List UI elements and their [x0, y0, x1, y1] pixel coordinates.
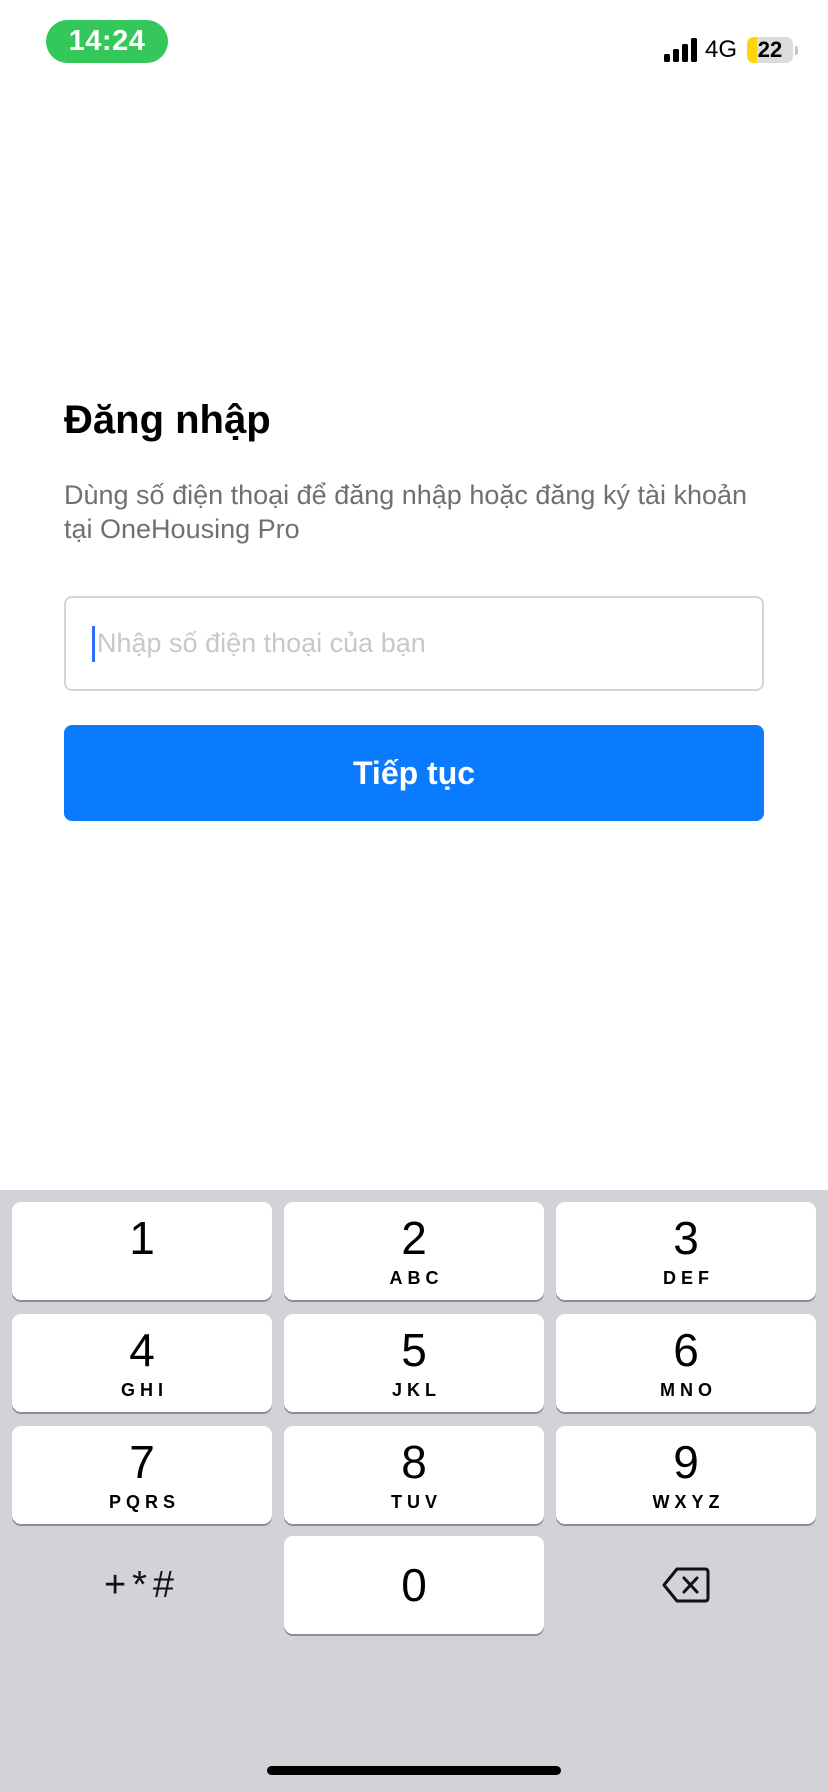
key-digit: 2 [401, 1212, 427, 1264]
key-3[interactable]: 3 DEF [556, 1202, 816, 1300]
key-letters: TUV [391, 1492, 442, 1512]
key-6[interactable]: 6 MNO [556, 1314, 816, 1412]
key-letters: PQRS [108, 1492, 180, 1512]
key-digit: 5 [401, 1324, 427, 1376]
symbols-key[interactable]: +*# [12, 1536, 272, 1634]
key-letters: DEF [663, 1268, 714, 1288]
text-cursor [92, 625, 95, 662]
continue-button[interactable]: Tiếp tục [64, 725, 764, 821]
status-time: 14:24 [46, 20, 168, 63]
key-1[interactable]: 1 [12, 1202, 272, 1300]
key-2[interactable]: 2 ABC [284, 1202, 544, 1300]
key-0[interactable]: 0 [284, 1536, 544, 1634]
key-7[interactable]: 7 PQRS [12, 1426, 272, 1524]
key-digit: 7 [129, 1436, 155, 1488]
key-letters: GHI [120, 1380, 168, 1400]
key-letters: ABC [389, 1268, 444, 1288]
key-letters: WXYZ [652, 1492, 725, 1512]
page-title: Đăng nhập [64, 398, 271, 442]
page-subtitle: Dùng số điện thoại để đăng nhập hoặc đăn… [64, 480, 748, 544]
battery-icon: 22 [747, 37, 793, 63]
network-type: 4G [704, 36, 737, 63]
key-digit: 6 [673, 1324, 699, 1376]
key-5[interactable]: 5 JKL [284, 1314, 544, 1412]
key-letters: MNO [660, 1380, 717, 1400]
key-letters: JKL [391, 1380, 441, 1400]
delete-key[interactable] [556, 1536, 816, 1634]
numeric-keypad: 1 2 ABC 3 DEF 4 GHI 5 JKL 6 MNO 7 PQRS 8… [0, 1190, 828, 1792]
key-digit: 0 [401, 1559, 427, 1611]
battery-tip [795, 45, 798, 55]
key-digit: 8 [401, 1436, 427, 1488]
phone-input[interactable] [97, 628, 717, 659]
battery-level: 22 [757, 37, 783, 62]
key-digit: 9 [673, 1436, 699, 1488]
cellular-signal-icon [663, 38, 697, 62]
phone-field[interactable] [64, 596, 764, 691]
status-indicators: 4G 22 [663, 36, 798, 64]
key-8[interactable]: 8 TUV [284, 1426, 544, 1524]
key-4[interactable]: 4 GHI [12, 1314, 272, 1412]
key-letters [140, 1268, 145, 1288]
home-indicator[interactable] [267, 1766, 561, 1775]
key-digit: 3 [673, 1212, 699, 1264]
key-9[interactable]: 9 WXYZ [556, 1426, 816, 1524]
key-digit: 4 [129, 1324, 155, 1376]
backspace-icon [662, 1567, 710, 1603]
key-digit: 1 [129, 1212, 155, 1264]
